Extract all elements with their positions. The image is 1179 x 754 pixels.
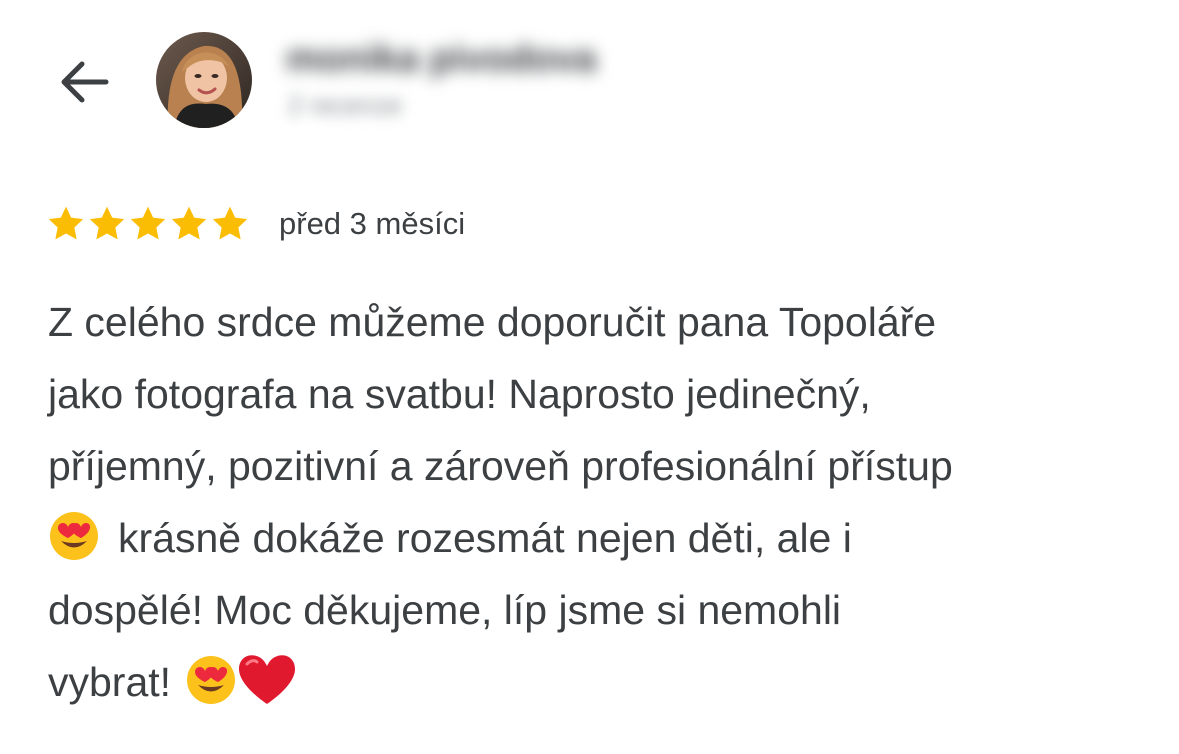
back-button[interactable] (52, 50, 116, 114)
review-line-text: dospělé! Moc děkujeme, líp jsme si nemoh… (48, 587, 842, 633)
rating-row: před 3 měsíci (46, 200, 465, 248)
review-text: Z celého srdce můžeme doporučit pana Top… (48, 286, 1158, 718)
star-filled-icon (46, 204, 86, 244)
review-line-text: krásně dokáže rozesmát nejen děti, ale i (118, 515, 852, 561)
star-filled-icon (169, 204, 209, 244)
review-header: monika pivodova 2 recenze (0, 0, 1179, 150)
star-filled-icon (128, 204, 168, 244)
review-line: vybrat! (48, 646, 1158, 718)
review-line: dospělé! Moc děkujeme, líp jsme si nemoh… (48, 574, 1158, 646)
review-line: jako fotografa na svatbu! Naprosto jedin… (48, 358, 1158, 430)
arrow-left-icon (61, 61, 109, 103)
heart-eyes-emoji-icon (185, 654, 237, 706)
star-filled-icon (87, 204, 127, 244)
review-date: před 3 měsíci (279, 206, 466, 241)
red-heart-emoji-icon (237, 654, 296, 706)
review-line-text: příjemný, pozitivní a zároveň profesioná… (48, 443, 953, 489)
reviewer-avatar[interactable] (156, 32, 252, 128)
star-rating (46, 204, 251, 244)
review-line-text: vybrat! (48, 659, 172, 705)
heart-eyes-emoji-icon (48, 510, 100, 562)
reviewer-meta: 2 recenze (288, 90, 403, 120)
review-line: krásně dokáže rozesmát nejen děti, ale i (48, 502, 1158, 574)
review-line: příjemný, pozitivní a zároveň profesioná… (48, 430, 1158, 502)
reviewer-name[interactable]: monika pivodova (286, 38, 596, 81)
review-line: Z celého srdce můžeme doporučit pana Top… (48, 286, 1158, 358)
review-line-text: jako fotografa na svatbu! Naprosto jedin… (48, 371, 871, 417)
star-filled-icon (210, 204, 250, 244)
review-line-text: Z celého srdce můžeme doporučit pana Top… (48, 299, 937, 345)
review-detail-page: monika pivodova 2 recenze před 3 měsíci … (0, 0, 1179, 754)
